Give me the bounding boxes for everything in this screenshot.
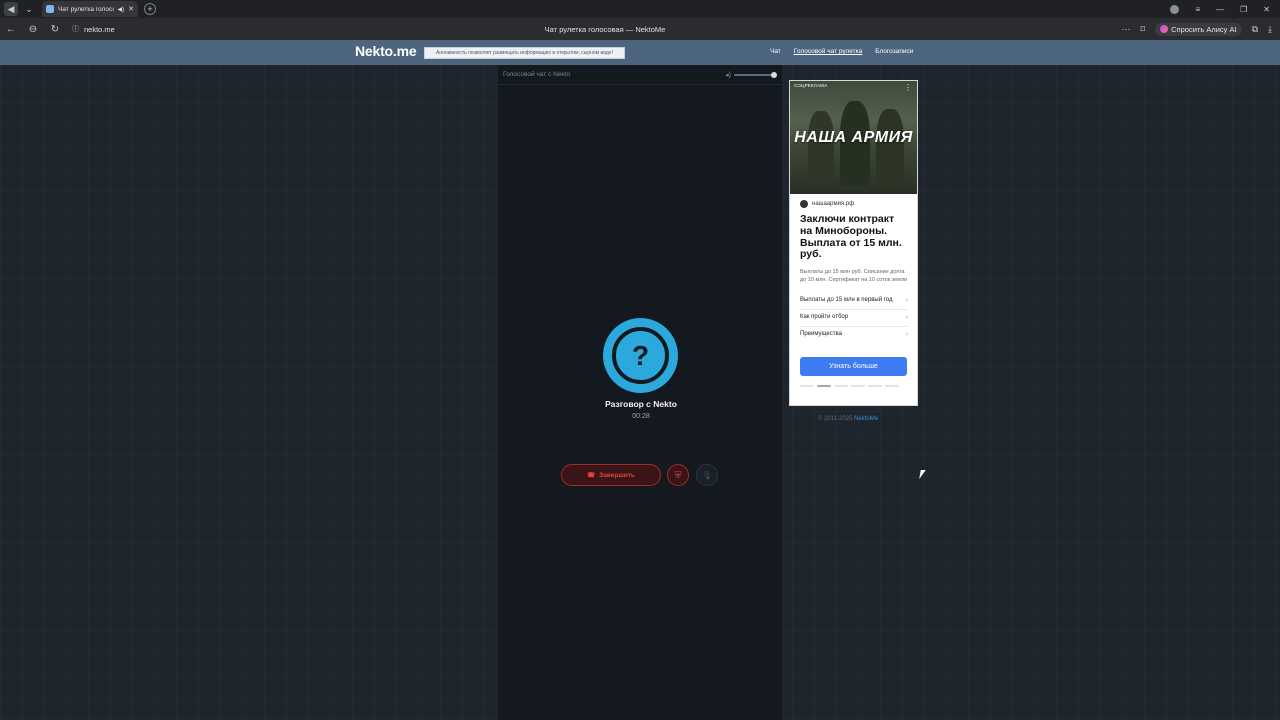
ask-alice-label: Спросить Алису AI: [1171, 24, 1237, 34]
ad-menu-icon[interactable]: ⋮: [904, 83, 912, 92]
collections-icon[interactable]: ⧉: [1252, 24, 1258, 35]
carousel-dot-active[interactable]: [817, 384, 831, 387]
soldier-figure: [876, 109, 904, 187]
restore-icon[interactable]: ❐: [1240, 5, 1247, 14]
chat-header: Голосовой чат с Nekto ◂): [498, 65, 782, 85]
ad-brand-logo: НАША АРМИЯ: [794, 129, 913, 146]
site-footer: © 2011-2025 NektoMe: [818, 416, 878, 422]
report-button[interactable]: ⛨: [667, 464, 689, 486]
hang-up-icon: ☎: [587, 472, 596, 479]
site-nav: Чат Голосовой чат рулетка Блогозаписи: [770, 48, 913, 55]
ad-domain[interactable]: нашаармия.рф: [800, 200, 917, 208]
end-call-label: Завершить: [599, 471, 635, 479]
carousel-dot[interactable]: [885, 384, 899, 387]
mute-mic-button[interactable]: 🎙: [696, 464, 718, 486]
volume-control[interactable]: ◂): [725, 71, 777, 79]
voice-chat-panel: Голосовой чат с Nekto ◂) ? Разговор с Ne…: [497, 65, 783, 720]
address-bar-tools: ⋯ ⌑ Спросить Алису AI ⧉ ⤓: [1122, 22, 1280, 36]
window-title: Чат рулетка голосовая — NektoMe: [544, 24, 666, 34]
profile-icon[interactable]: [1170, 4, 1180, 14]
carousel-dot[interactable]: [868, 384, 882, 387]
call-timer: 00:28: [632, 413, 650, 420]
tab-title: Чат рулетка голосо: [58, 5, 114, 13]
volume-slider-handle[interactable]: [771, 71, 777, 78]
ad-headline[interactable]: Заключи контракт на Минобороны. Выплата …: [800, 213, 909, 261]
chevron-right-icon: ›: [905, 313, 908, 321]
volume-icon[interactable]: ◂): [725, 71, 731, 79]
nav-voice-chat-link[interactable]: Голосовой чат рулетка: [794, 48, 862, 55]
end-call-button[interactable]: ☎ Завершить: [561, 464, 661, 486]
footer-link[interactable]: NektoMe: [854, 416, 878, 422]
advertisement[interactable]: СОЦРЕКЛАМА ⋮ НАША АРМИЯ нашаармия.рф Зак…: [789, 80, 918, 406]
browser-tab[interactable]: Чат рулетка голосо ◀) ✕: [42, 1, 138, 17]
ad-cta-button[interactable]: Узнать больше: [800, 356, 907, 376]
volume-slider[interactable]: [734, 71, 777, 78]
ad-link-label: Выплаты до 15 млн в первый год: [800, 296, 893, 303]
nav-blog-link[interactable]: Блогозаписи: [875, 48, 913, 55]
back-icon[interactable]: ←: [0, 24, 22, 35]
partner-avatar: ?: [603, 318, 678, 393]
ad-link-label: Как пройти отбор: [800, 313, 849, 320]
anonymity-notice: Анонимность позволяет размещать информац…: [424, 47, 625, 59]
conversation-title: Разговор с Nekto: [605, 399, 677, 409]
ad-link-item[interactable]: Выплаты до 15 млн в первый год ›: [800, 293, 908, 310]
site-favicon-icon: [46, 5, 54, 13]
close-window-icon[interactable]: ✕: [1263, 5, 1270, 14]
ad-image[interactable]: СОЦРЕКЛАМА ⋮ НАША АРМИЯ: [790, 81, 917, 194]
url-text: nekto.me: [84, 24, 115, 34]
window-controls: ≡ — ❐ ✕: [1170, 4, 1280, 14]
ad-domain-icon: [800, 200, 808, 208]
url-field[interactable]: ⓘ nekto.me: [72, 24, 115, 34]
carousel-dot[interactable]: [851, 384, 865, 387]
chevron-right-icon: ›: [905, 296, 908, 304]
footer-copyright: © 2011-2025: [818, 416, 853, 422]
more-icon[interactable]: ⋯: [1122, 24, 1131, 35]
chat-header-title: Голосовой чат с Nekto: [503, 71, 571, 78]
carousel-dot[interactable]: [834, 384, 848, 387]
browser-tab-bar: ◀ ⌄ Чат рулетка голосо ◀) ✕ + ≡ — ❐ ✕: [0, 0, 1280, 18]
shield-report-icon: ⛨: [674, 469, 682, 480]
ask-alice-button[interactable]: Спросить Алису AI: [1155, 22, 1242, 36]
nav-chat-link[interactable]: Чат: [770, 48, 781, 55]
ad-link-label: Преимущества: [800, 330, 842, 337]
menu-icon[interactable]: ≡: [1195, 5, 1200, 14]
question-mark-icon: ?: [612, 327, 669, 384]
chevron-right-icon: ›: [905, 330, 908, 338]
ad-carousel-dots: [800, 384, 917, 387]
bookmark-icon[interactable]: ⌑: [1141, 24, 1146, 35]
carousel-dot[interactable]: [800, 384, 814, 387]
site-header: Nekto.me Анонимность позволяет размещать…: [0, 40, 1280, 65]
lock-icon: ⓘ: [72, 26, 79, 33]
downloads-icon[interactable]: ⤓: [1268, 24, 1272, 35]
site-logo[interactable]: Nekto.me: [355, 43, 417, 59]
ad-label: СОЦРЕКЛАМА: [794, 83, 828, 88]
ad-description: Выплаты до 15 млн руб. Списание долга до…: [800, 269, 908, 283]
ad-link-item[interactable]: Преимущества ›: [800, 327, 908, 343]
close-icon[interactable]: ✕: [128, 5, 134, 13]
minimize-icon[interactable]: —: [1216, 5, 1224, 14]
alice-icon: [1160, 25, 1169, 33]
address-bar: ← ⊖ ↻ ⓘ nekto.me Чат рулетка голосовая —…: [0, 18, 1280, 40]
ad-domain-text: нашаармия.рф: [812, 201, 855, 207]
speaker-icon[interactable]: ◀): [118, 6, 125, 13]
ad-links: Выплаты до 15 млн в первый год › Как про…: [790, 293, 917, 343]
tab-sound-group-icon[interactable]: ◀: [4, 2, 18, 16]
chevron-down-icon[interactable]: ⌄: [22, 2, 36, 16]
ad-link-item[interactable]: Как пройти отбор ›: [800, 310, 908, 327]
reload-icon[interactable]: ↻: [44, 24, 66, 35]
new-tab-button[interactable]: +: [144, 3, 156, 15]
microphone-icon: 🎙: [701, 470, 713, 480]
shield-icon[interactable]: ⊖: [22, 24, 44, 35]
